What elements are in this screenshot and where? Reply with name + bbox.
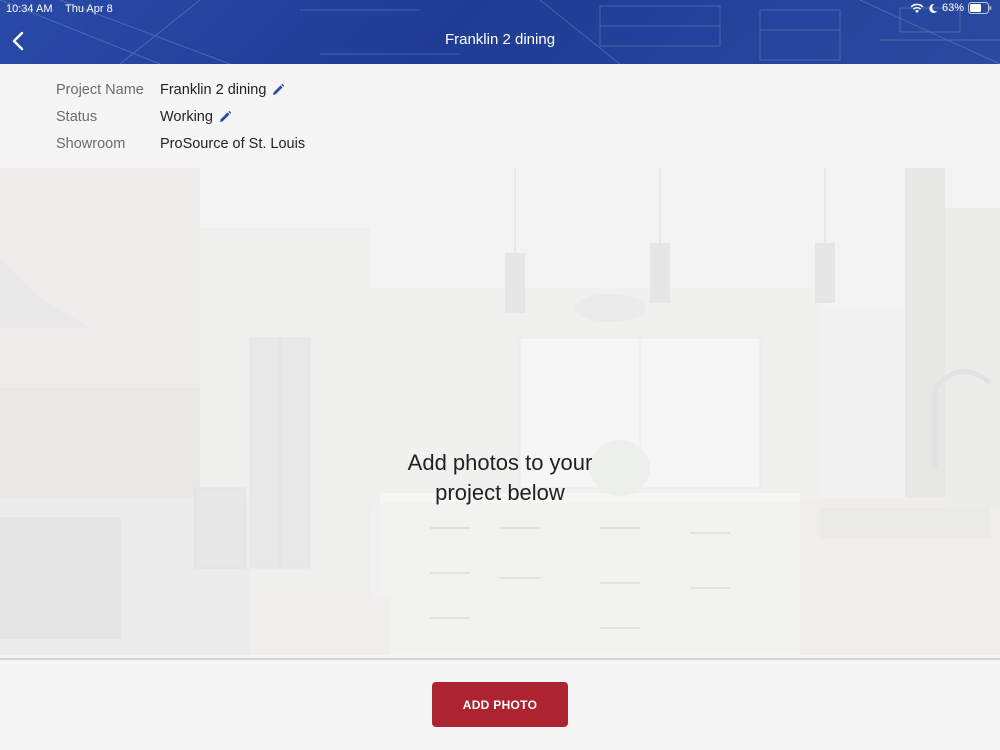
project-name-label: Project Name [56, 82, 144, 98]
moon-icon [929, 3, 938, 13]
image-overlay [0, 168, 1000, 655]
wifi-icon [910, 3, 924, 13]
project-name-value: Franklin 2 dining [160, 82, 267, 98]
pencil-icon [219, 110, 232, 122]
status-value: Working [160, 109, 213, 125]
status-bar: 10:34 AM Thu Apr 8 63% [0, 0, 1000, 18]
divider [0, 658, 1000, 660]
empty-message-line-2: project below [435, 480, 565, 505]
status-time: 10:34 AM [6, 3, 53, 15]
project-info: Project Name Franklin 2 dining Status Wo… [0, 64, 1000, 168]
status-row: Status Working [56, 106, 232, 128]
empty-message-line-1: Add photos to your [407, 450, 593, 475]
pencil-icon [273, 83, 285, 95]
status-indicators: 63% [910, 2, 992, 14]
empty-photos-message: Add photos to your project below [0, 448, 1000, 508]
showroom-label: Showroom [56, 136, 126, 152]
add-photo-button[interactable]: ADD PHOTO [432, 682, 568, 727]
status-label: Status [56, 109, 98, 125]
project-name-row: Project Name Franklin 2 dining [56, 79, 285, 101]
status-date: Thu Apr 8 [65, 3, 113, 15]
nav-header: 10:34 AM Thu Apr 8 63% Franklin 2 dining [0, 0, 1000, 64]
showroom-value: ProSource of St. Louis [160, 136, 306, 152]
edit-status-icon[interactable] [218, 110, 232, 124]
showroom-row: Showroom ProSource of St. Louis [56, 133, 305, 155]
battery-icon [968, 2, 992, 14]
edit-project-name-icon[interactable] [271, 83, 285, 97]
battery-percent: 63% [941, 2, 964, 14]
page-title: Franklin 2 dining [444, 31, 556, 48]
kitchen-background-image: Add photos to your project below [0, 168, 1000, 655]
